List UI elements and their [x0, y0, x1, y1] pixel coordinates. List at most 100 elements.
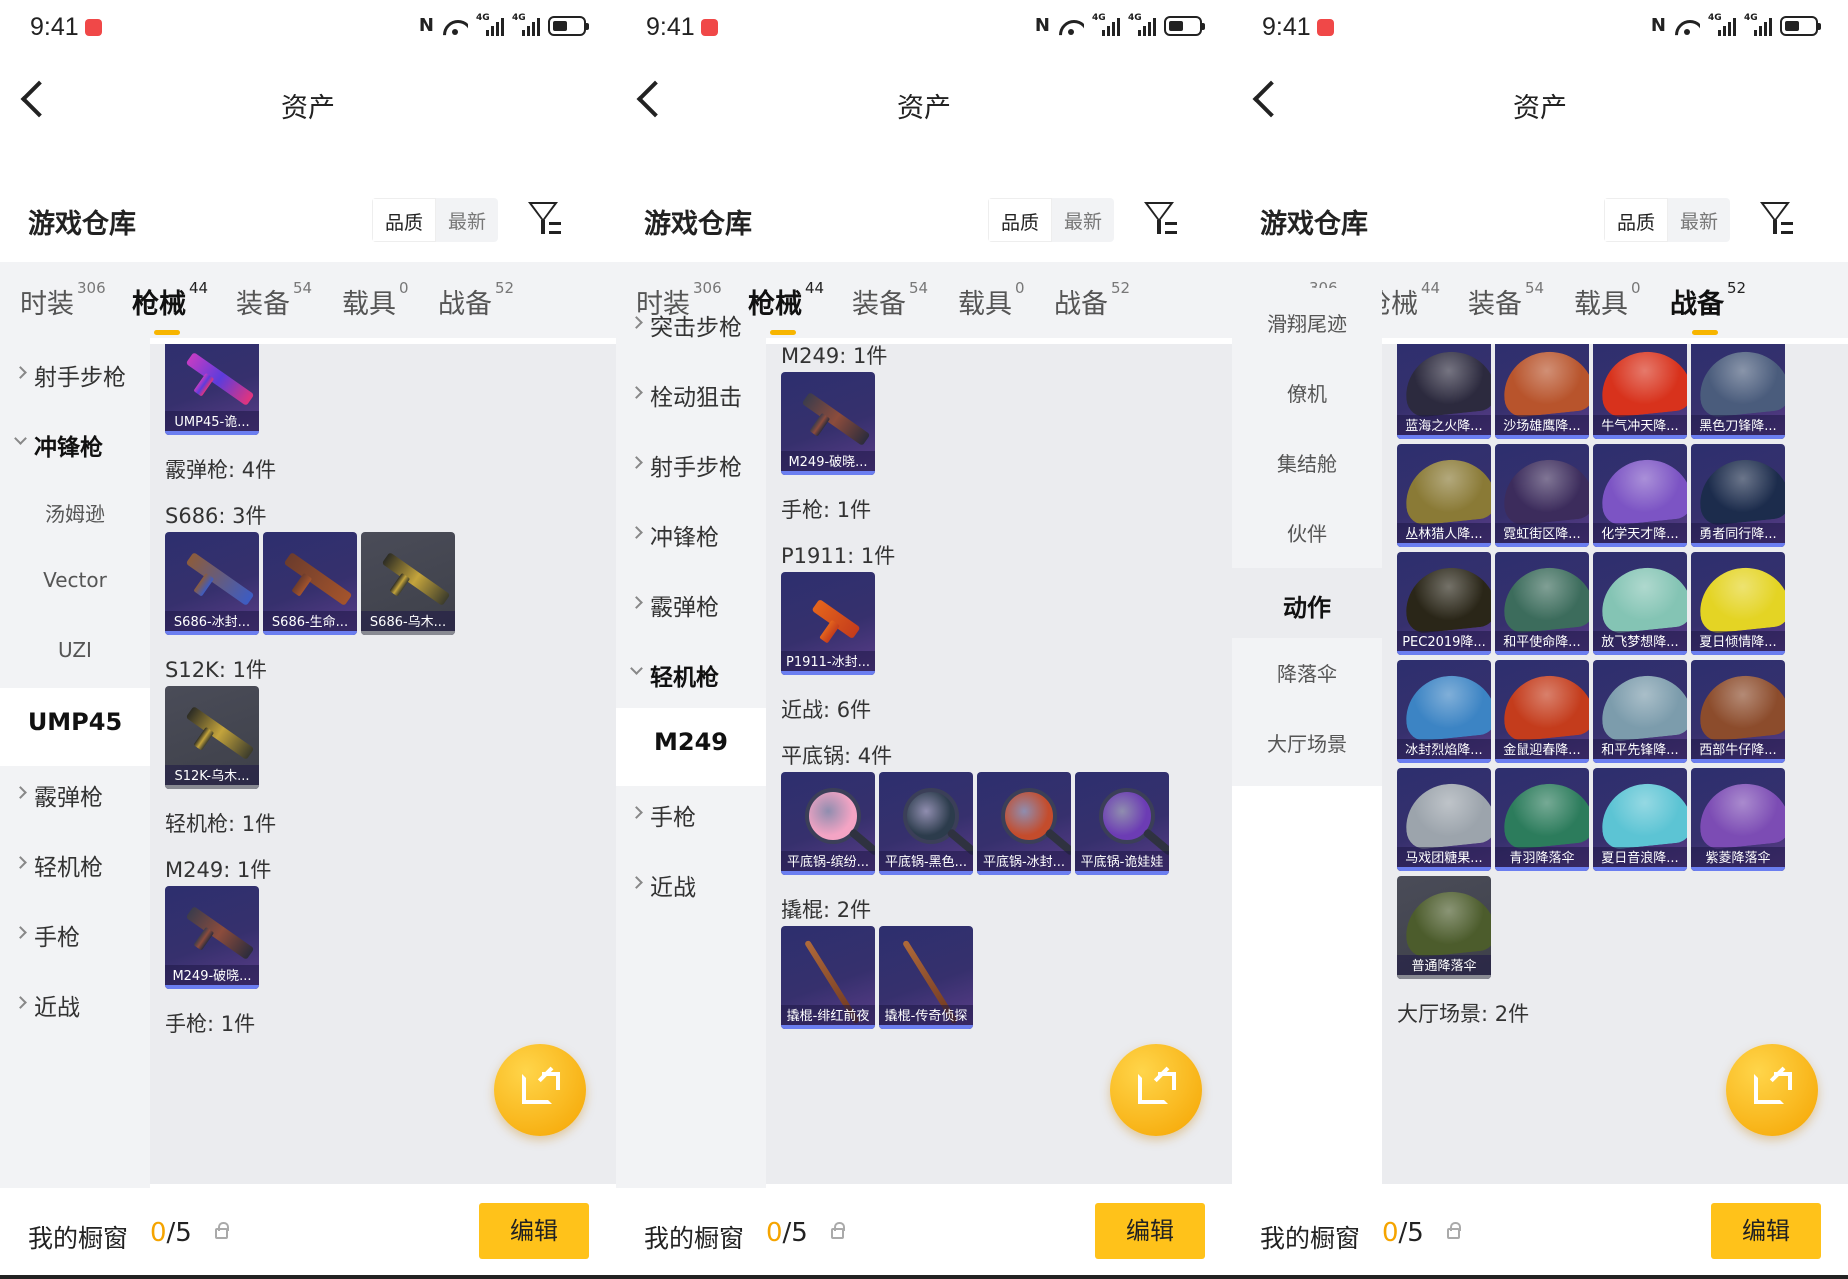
filter-icon[interactable]: [1144, 202, 1178, 238]
sidebar-item[interactable]: 近战: [616, 848, 766, 926]
sidebar-item[interactable]: 栓动狙击: [616, 358, 766, 436]
item-card[interactable]: 霓虹街区降...: [1495, 444, 1589, 547]
sidebar-item[interactable]: 射手步枪: [616, 428, 766, 506]
sidebar-item[interactable]: 霰弹枪: [0, 758, 150, 836]
sidebar-item[interactable]: 集结舱: [1232, 428, 1382, 506]
item-card[interactable]: 夏日音浪降...: [1593, 768, 1687, 871]
item-card[interactable]: S686-乌木...: [361, 532, 455, 635]
item-card[interactable]: 丛林猎人降...: [1397, 444, 1491, 547]
sidebar-item[interactable]: UMP45: [0, 688, 150, 766]
item-card[interactable]: PEC2019降...: [1397, 552, 1491, 655]
parachute-icon: [1598, 347, 1687, 419]
sidebar-item[interactable]: 射手步枪: [0, 338, 150, 416]
tab-supplies[interactable]: 战备52: [438, 279, 514, 321]
sidebar-item[interactable]: 僚机: [1232, 358, 1382, 436]
item-card[interactable]: 平底锅-黑色...: [879, 772, 973, 875]
sidebar-item[interactable]: 冲锋枪: [0, 408, 150, 486]
tab-vehicles[interactable]: 载具0: [342, 279, 409, 321]
item-card[interactable]: 平底锅-冰封...: [977, 772, 1071, 875]
sidebar-item[interactable]: 降落伞: [1232, 638, 1382, 716]
item-card[interactable]: 放飞梦想降...: [1593, 552, 1687, 655]
sidebar-item[interactable]: 冲锋枪: [616, 498, 766, 576]
gun-icon: [185, 352, 255, 406]
share-button[interactable]: [1726, 1044, 1818, 1136]
filter-icon[interactable]: [528, 202, 562, 238]
filter-icon[interactable]: [1760, 202, 1794, 238]
item-card[interactable]: M249-破晓...: [781, 372, 875, 475]
sidebar-item[interactable]: 手枪: [0, 898, 150, 976]
item-card[interactable]: M249-破晓...: [165, 886, 259, 989]
sort-newest-button[interactable]: 最新: [436, 198, 498, 242]
item-card[interactable]: 马戏团糖果...: [1397, 768, 1491, 871]
tab-fashion[interactable]: 时装306: [20, 279, 106, 321]
sidebar-item[interactable]: UZI: [0, 618, 150, 696]
chevron-right-icon: [630, 876, 643, 889]
sidebar-item[interactable]: 大厅场景: [1232, 708, 1382, 786]
item-card[interactable]: 沙场雄鹰降...: [1495, 344, 1589, 439]
category-tabs: 时装306 枪械44 装备54 载具0 战备52: [0, 262, 616, 338]
tab-vehicles[interactable]: 载具0: [1574, 279, 1641, 321]
item-card[interactable]: 夏日倾情降...: [1691, 552, 1785, 655]
item-card[interactable]: 西部牛仔降...: [1691, 660, 1785, 763]
item-card[interactable]: 和平先锋降...: [1593, 660, 1687, 763]
sidebar-item[interactable]: 动作: [1232, 568, 1382, 646]
item-card[interactable]: 平底锅-缤纷...: [781, 772, 875, 875]
sidebar-item[interactable]: 滑翔尾迹: [1232, 288, 1382, 366]
sidebar-item[interactable]: Vector: [0, 548, 150, 626]
tab-equipment[interactable]: 装备54: [236, 279, 312, 321]
sidebar-item-label: UZI: [58, 638, 92, 662]
sidebar-item[interactable]: 近战: [0, 968, 150, 1046]
sort-quality-button[interactable]: 品质: [1604, 198, 1669, 242]
tab-supplies[interactable]: 战备52: [1670, 279, 1746, 335]
item-card[interactable]: 金鼠迎春降...: [1495, 660, 1589, 763]
item-card[interactable]: 撬棍-传奇侦探: [879, 926, 973, 1029]
rarity-bar: [1397, 759, 1491, 763]
item-card[interactable]: 勇者同行降...: [1691, 444, 1785, 547]
sidebar-item[interactable]: 轻机枪: [0, 828, 150, 906]
item-card[interactable]: 黑色刀锋降...: [1691, 344, 1785, 439]
sort-quality-button[interactable]: 品质: [372, 198, 437, 242]
item-card[interactable]: 普通降落伞: [1397, 876, 1491, 979]
sidebar-item[interactable]: 突击步枪: [616, 288, 766, 366]
tab-firearms[interactable]: 枪械44: [132, 279, 208, 335]
item-card[interactable]: S686-冰封...: [165, 532, 259, 635]
item-card[interactable]: 青羽降落伞: [1495, 768, 1589, 871]
sidebar-item[interactable]: 轻机枪: [616, 638, 766, 716]
sidebar-item-label: 大厅场景: [1267, 732, 1347, 756]
share-button[interactable]: [1110, 1044, 1202, 1136]
item-card[interactable]: P1911-冰封...: [781, 572, 875, 675]
item-card[interactable]: UMP45-诡...: [165, 344, 259, 435]
item-card[interactable]: 紫菱降落伞: [1691, 768, 1785, 871]
sort-newest-button[interactable]: 最新: [1668, 198, 1730, 242]
sidebar-item[interactable]: 霰弹枪: [616, 568, 766, 646]
edit-button[interactable]: 编辑: [1095, 1203, 1205, 1259]
item-card[interactable]: S686-生命...: [263, 532, 357, 635]
signal-icon: 4G: [1128, 13, 1156, 36]
tab-equipment[interactable]: 装备54: [852, 279, 928, 321]
sort-quality-button[interactable]: 品质: [988, 198, 1053, 242]
item-card[interactable]: 牛气冲天降...: [1593, 344, 1687, 439]
item-card[interactable]: 冰封烈焰降...: [1397, 660, 1491, 763]
sidebar-item[interactable]: 手枪: [616, 778, 766, 856]
sort-newest-button[interactable]: 最新: [1052, 198, 1114, 242]
tab-equipment[interactable]: 装备54: [1468, 279, 1544, 321]
edit-button[interactable]: 编辑: [1711, 1203, 1821, 1259]
sidebar-item[interactable]: 伙伴: [1232, 498, 1382, 576]
parachute-icon: [1402, 455, 1491, 527]
item-card[interactable]: 蓝海之火降...: [1397, 344, 1491, 439]
tab-supplies[interactable]: 战备52: [1054, 279, 1130, 321]
rarity-bar: [1593, 759, 1687, 763]
item-card[interactable]: 和平使命降...: [1495, 552, 1589, 655]
sidebar-item[interactable]: M249: [616, 708, 766, 786]
showcase-bar: 我的橱窗 0/5 编辑: [616, 1188, 1232, 1279]
item-card[interactable]: 撬棍-绯红前夜: [781, 926, 875, 1029]
edit-button[interactable]: 编辑: [479, 1203, 589, 1259]
share-button[interactable]: [494, 1044, 586, 1136]
subcategory-sidebar: 突击步枪 栓动狙击 射手步枪 冲锋枪 霰弹枪 轻机枪 M249 手枪 近战: [616, 315, 766, 1188]
sidebar-item[interactable]: 汤姆逊: [0, 478, 150, 556]
item-card[interactable]: 平底锅-诡娃娃: [1075, 772, 1169, 875]
item-card[interactable]: S12K-乌木...: [165, 686, 259, 789]
item-card[interactable]: 化学天才降...: [1593, 444, 1687, 547]
tab-vehicles[interactable]: 载具0: [958, 279, 1025, 321]
showcase-label: 我的橱窗: [644, 1224, 745, 1253]
